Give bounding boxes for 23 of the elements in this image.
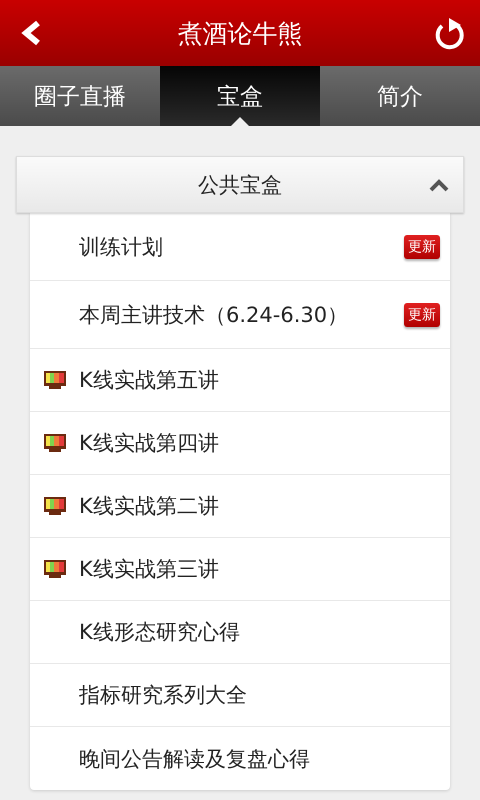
update-badge: 更新 <box>404 302 440 326</box>
list-item[interactable]: K线实战第四讲 <box>30 412 450 475</box>
tab[interactable]: 宝盒 <box>160 66 320 126</box>
list-item[interactable]: 指标研究系列大全 <box>30 664 450 727</box>
tv-icon <box>44 560 66 578</box>
tv-icon <box>44 497 66 515</box>
app-title: 煮酒论牛熊 <box>178 18 302 50</box>
list-item[interactable]: K线实战第三讲 <box>30 538 450 601</box>
tab[interactable]: 圈子直播 <box>0 66 160 126</box>
update-badge: 更新 <box>404 234 440 258</box>
list-item[interactable]: 训练计划 更新 <box>30 213 450 281</box>
refresh-icon <box>434 16 466 50</box>
refresh-button[interactable] <box>434 16 466 50</box>
list-item[interactable]: K线形态研究心得 <box>30 601 450 664</box>
list-item[interactable]: 本周主讲技术（6.24-6.30） 更新 <box>30 281 450 349</box>
tv-icon <box>44 371 66 389</box>
list-item[interactable]: K线实战第五讲 <box>30 349 450 412</box>
section-header[interactable]: 公共宝盒 <box>16 156 464 213</box>
chevron-icon <box>429 178 449 192</box>
tv-icon <box>44 434 66 452</box>
list-item[interactable]: 晚间公告解读及复盘心得 <box>30 727 450 790</box>
list-item[interactable]: K线实战第二讲 <box>30 475 450 538</box>
tab[interactable]: 简介 <box>320 66 480 126</box>
